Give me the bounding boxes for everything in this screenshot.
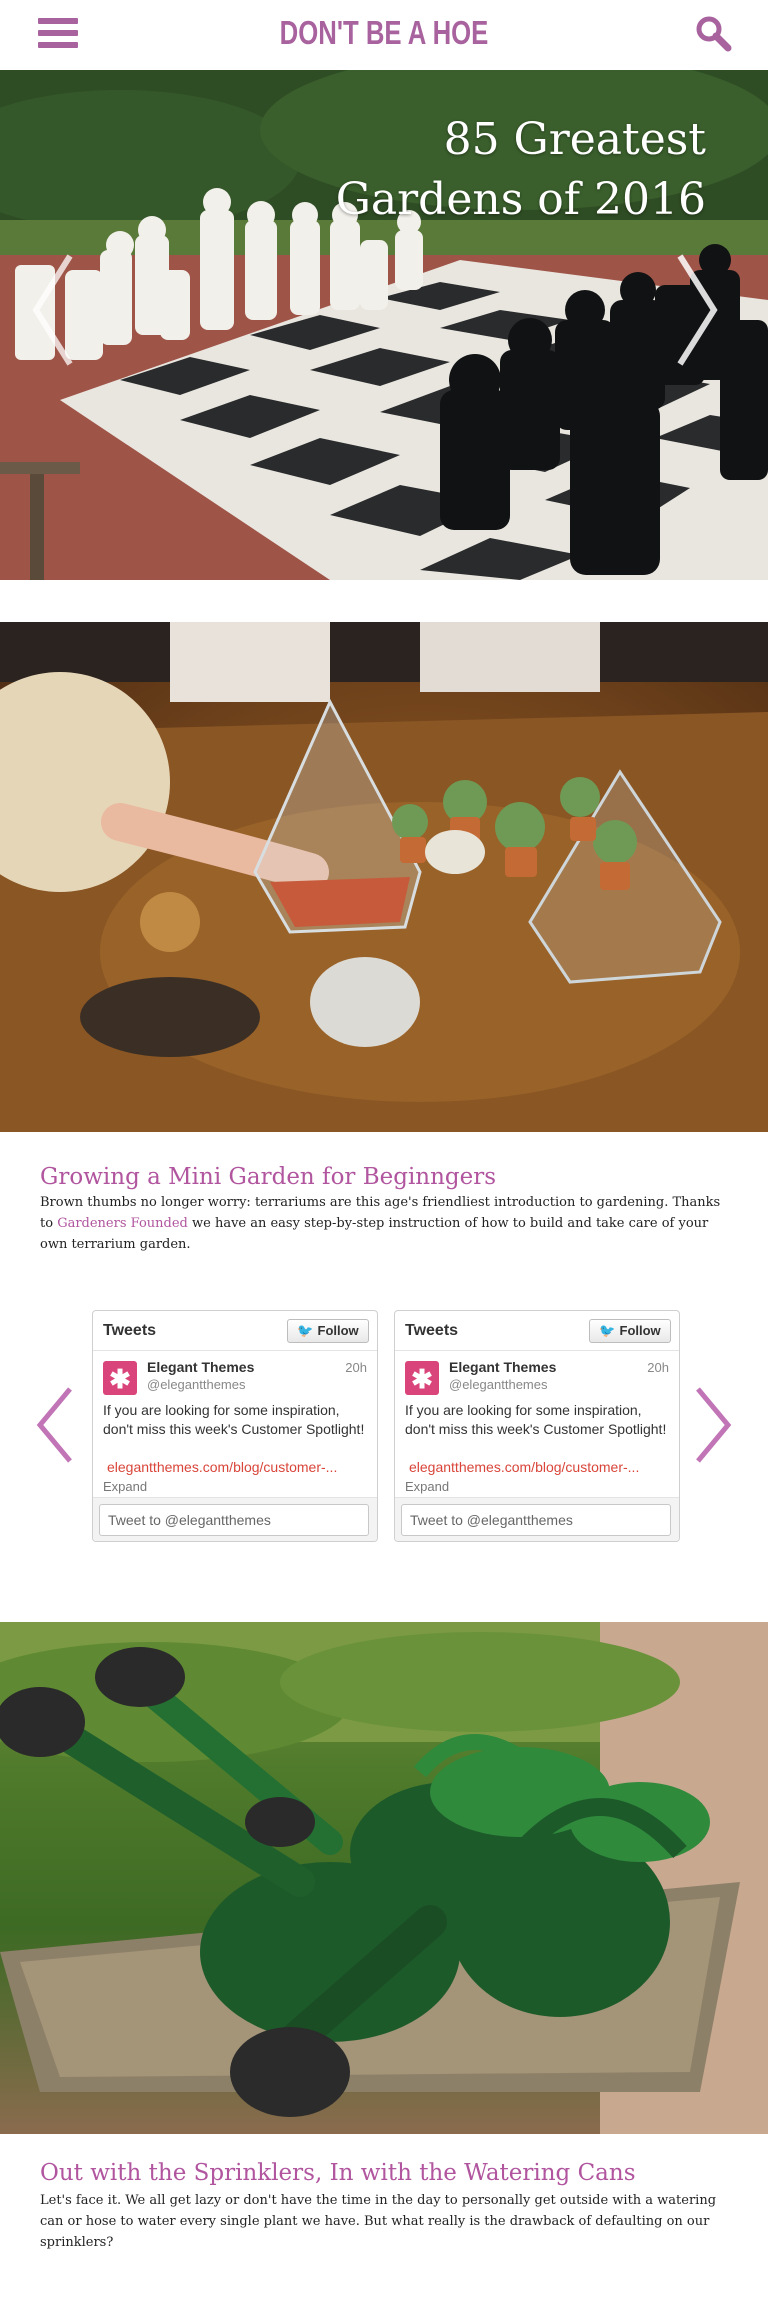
tweet-compose-area: Tweet to @elegantthemes [395,1497,679,1541]
tweet-author-name[interactable]: Elegant Themes [449,1359,556,1375]
terrarium-image[interactable] [0,622,768,1132]
tweet-input[interactable]: Tweet to @elegantthemes [401,1504,671,1536]
tweet-timestamp[interactable]: 20h [345,1360,367,1375]
post-excerpt: Let's face it. We all get lazy or don't … [40,2193,717,2250]
follow-label: Follow [317,1323,359,1338]
tweet-author-handle[interactable]: @elegantthemes [147,1377,245,1392]
tweets-carousel: Tweets 🐦 Follow ✱ Elegant Themes @elegant… [0,1305,768,1545]
tweet-header: Tweets 🐦 Follow [93,1311,377,1351]
avatar[interactable]: ✱ [405,1361,439,1395]
tweet-expand[interactable]: Expand [405,1479,449,1494]
hero-slider: 85 Greatest Gardens of 2016 [0,70,768,580]
follow-button[interactable]: 🐦 Follow [287,1319,369,1343]
tweet-link[interactable]: elegantthemes.com/blog/customer-... [107,1459,369,1475]
tweet-text: If you are looking for some inspiration,… [405,1402,667,1437]
tweets-title: Tweets [103,1322,157,1339]
hero-title[interactable]: 85 Greatest Gardens of 2016 [286,110,706,230]
tweet-author-handle[interactable]: @elegantthemes [449,1377,547,1392]
gardeners-founded-link[interactable]: Gardeners Founded [57,1216,188,1231]
hamburger-icon[interactable] [38,18,80,52]
tweet-card: Tweets 🐦 Follow ✱ Elegant Themes @elegant… [394,1310,680,1542]
twitter-bird-icon: 🐦 [599,1323,616,1338]
tweet-card: Tweets 🐦 Follow ✱ Elegant Themes @elegant… [92,1310,378,1542]
tweets-title: Tweets [405,1322,459,1339]
tweet-header: Tweets 🐦 Follow [395,1311,679,1351]
twitter-bird-icon: 🐦 [297,1323,314,1338]
tweet-input[interactable]: Tweet to @elegantthemes [99,1504,369,1536]
chevron-left-icon[interactable] [34,1385,76,1465]
chevron-right-icon[interactable] [672,250,722,370]
search-icon[interactable] [694,14,734,54]
tweet: ✱ Elegant Themes @elegantthemes 20h If y… [395,1351,679,1499]
chevron-left-icon[interactable] [28,250,78,370]
follow-label: Follow [619,1323,661,1338]
post-excerpt: Brown thumbs no longer worry: terrariums… [40,1192,730,1255]
follow-button[interactable]: 🐦 Follow [589,1319,671,1343]
tweet-author-name[interactable]: Elegant Themes [147,1359,254,1375]
tweet-compose-area: Tweet to @elegantthemes [93,1497,377,1541]
site-header: DON'T BE A HOE [0,0,768,70]
site-logo[interactable]: DON'T BE A HOE [84,14,683,52]
post-title[interactable]: Growing a Mini Garden for Beginngers [40,1164,496,1190]
avatar[interactable]: ✱ [103,1361,137,1395]
watering-cans-image[interactable] [0,1622,768,2134]
post-title[interactable]: Out with the Sprinklers, In with the Wat… [40,2160,636,2186]
tweet-timestamp[interactable]: 20h [647,1360,669,1375]
tweet-link[interactable]: elegantthemes.com/blog/customer-... [409,1459,671,1475]
chevron-right-icon[interactable] [692,1385,734,1465]
tweet: ✱ Elegant Themes @elegantthemes 20h If y… [93,1351,377,1499]
tweet-text: If you are looking for some inspiration,… [103,1402,365,1437]
tweet-expand[interactable]: Expand [103,1479,147,1494]
